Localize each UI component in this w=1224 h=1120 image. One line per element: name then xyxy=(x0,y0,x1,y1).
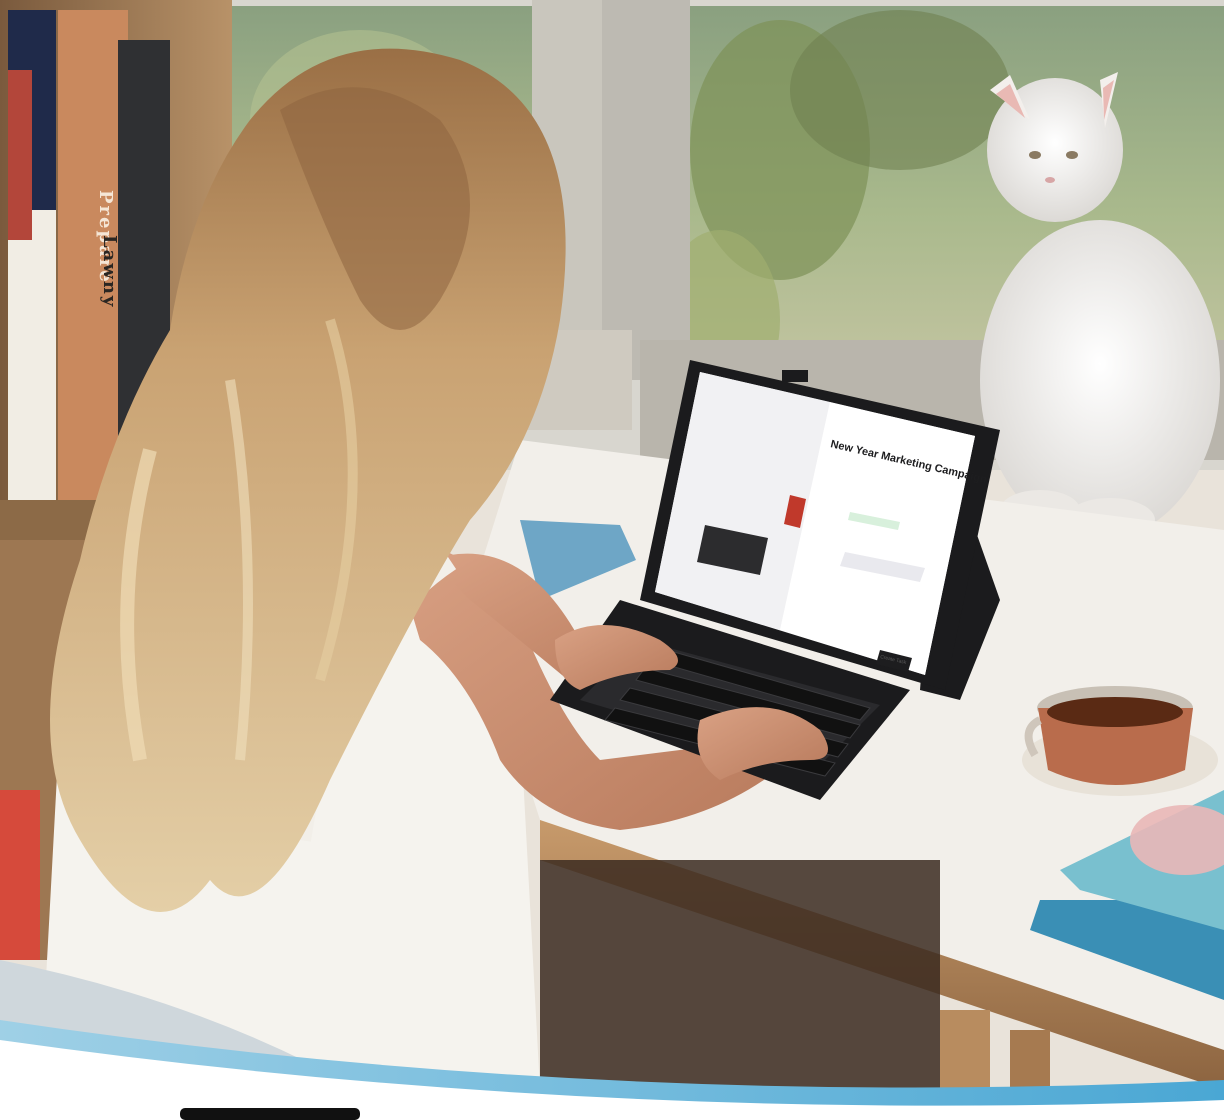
book-spine-2: Lawny xyxy=(99,235,120,308)
photo-scene: Prepare Lawny New Year Marketing Campaig… xyxy=(0,0,1224,1120)
tea-cup xyxy=(1022,686,1218,796)
photo-illustration: Prepare Lawny New Year Marketing Campaig… xyxy=(0,0,1224,1120)
bottom-device-edge xyxy=(180,1108,360,1120)
